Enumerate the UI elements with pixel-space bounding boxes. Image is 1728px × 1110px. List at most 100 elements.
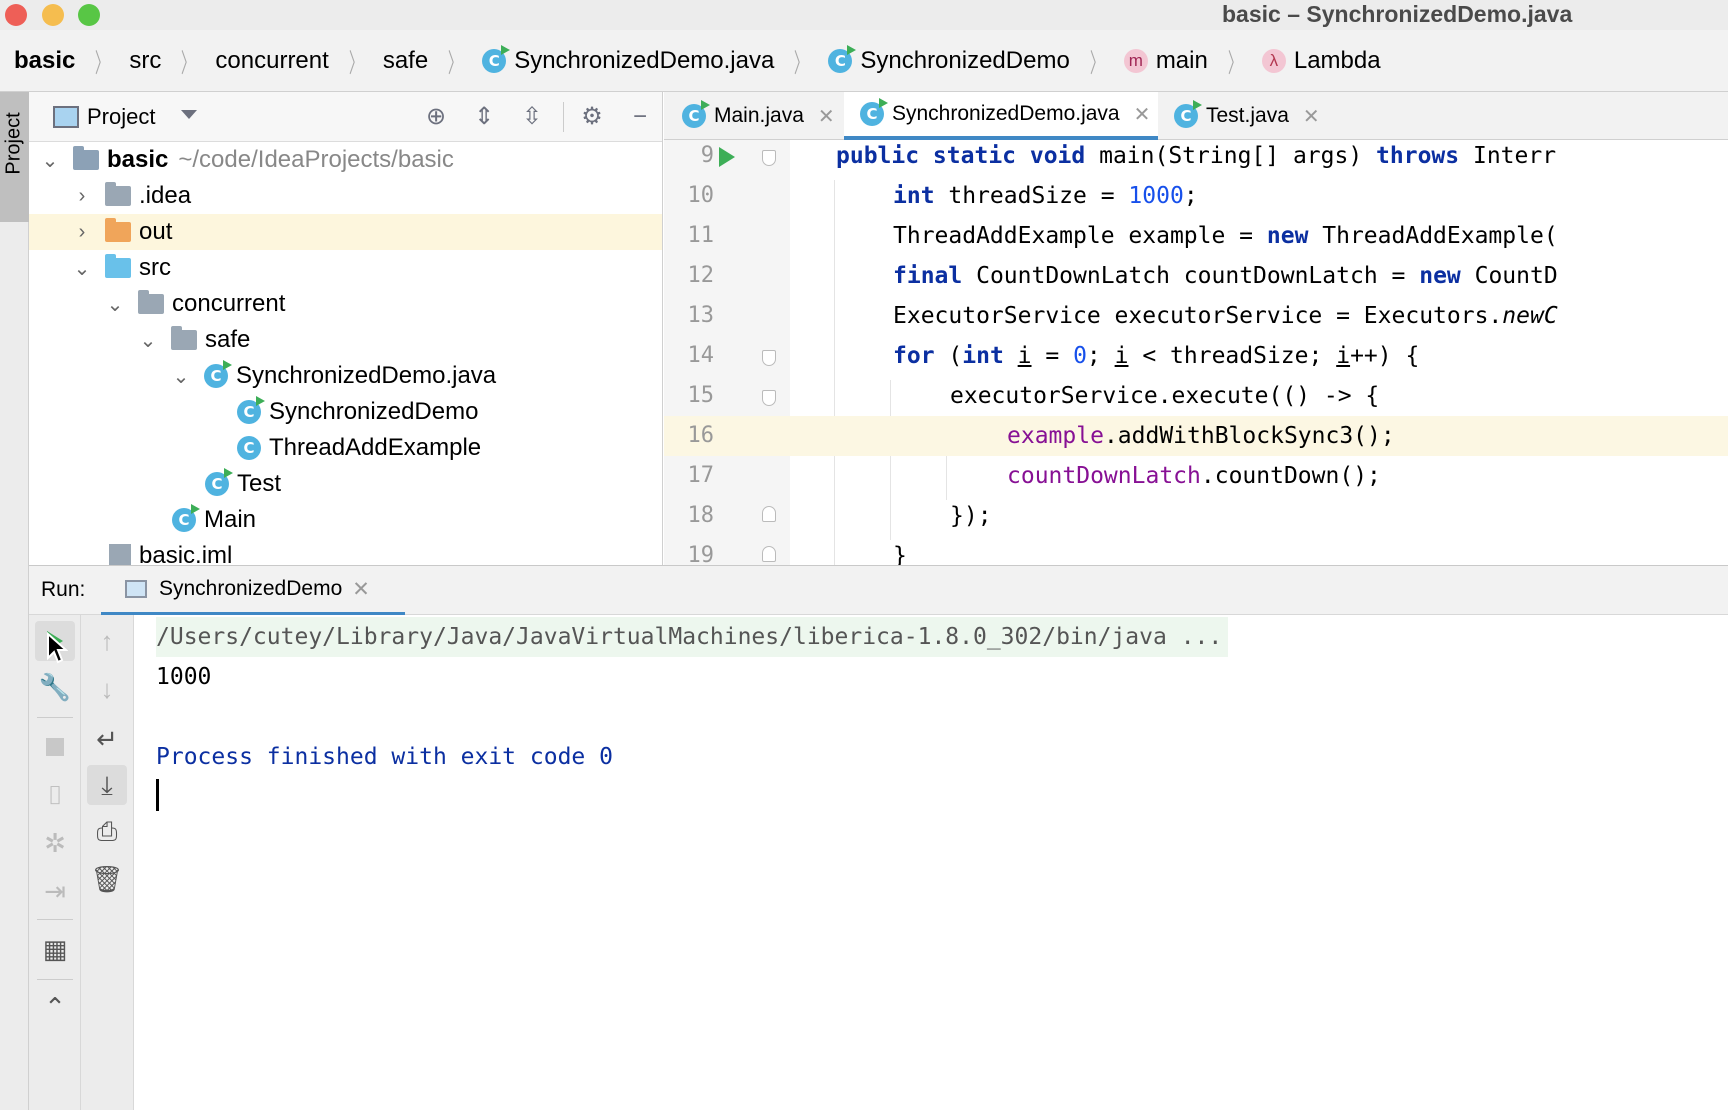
chevron-down-icon[interactable] xyxy=(181,110,197,119)
breadcrumb-item-src[interactable]: src xyxy=(129,47,161,75)
line-number: 13 xyxy=(687,303,715,328)
breadcrumb-label: SynchronizedDemo xyxy=(860,47,1070,74)
stop-icon[interactable] xyxy=(35,727,75,767)
text-cursor xyxy=(156,779,159,811)
line-number: 18 xyxy=(687,503,715,528)
code-line-11: ThreadAddExample example = new ThreadAdd… xyxy=(893,223,1558,249)
java-class-icon: C xyxy=(237,436,261,460)
close-icon[interactable]: ✕ xyxy=(1134,102,1151,127)
tab-label: SynchronizedDemo.java xyxy=(892,102,1120,125)
arrow-up-icon[interactable]: ↑ xyxy=(87,621,127,661)
fold-icon[interactable] xyxy=(762,150,776,166)
breadcrumb-item-class[interactable]: C SynchronizedDemo xyxy=(828,45,1070,75)
close-icon[interactable]: ✕ xyxy=(352,577,370,602)
tree-item-path: ~/code/IdeaProjects/basic xyxy=(178,146,454,173)
debug-icon[interactable]: ✲ xyxy=(35,823,75,863)
scroll-to-end-icon[interactable]: ⤓ xyxy=(87,765,127,805)
wrench-icon[interactable]: 🔧 xyxy=(35,667,75,707)
chevron-down-icon[interactable]: ⌄ xyxy=(168,364,194,389)
tree-item-test[interactable]: C Test xyxy=(29,466,662,502)
layout-icon[interactable]: ▦ xyxy=(35,929,75,969)
java-class-icon: C xyxy=(1174,100,1202,128)
fold-end-icon[interactable] xyxy=(762,546,776,562)
console-output[interactable]: /Users/cutey/Library/Java/JavaVirtualMac… xyxy=(134,615,1728,1110)
run-tab-label: SynchronizedDemo xyxy=(159,577,343,600)
tab-synchronizeddemo-java[interactable]: C SynchronizedDemo.java ✕ xyxy=(844,92,1158,140)
close-window-button[interactable] xyxy=(5,4,27,26)
chevron-down-icon[interactable]: ⌄ xyxy=(135,328,161,353)
line-number: 11 xyxy=(687,223,715,248)
arrow-down-icon[interactable]: ↓ xyxy=(87,669,127,709)
pin-icon[interactable]: ⌃ xyxy=(35,987,75,1027)
gear-icon[interactable]: ⚙ xyxy=(577,102,607,132)
camera-icon[interactable]: ⌷ xyxy=(35,775,75,815)
tab-main-java[interactable]: C Main.java ✕ xyxy=(664,92,840,140)
console-output-line: 1000 xyxy=(156,664,212,690)
project-view-icon xyxy=(53,106,79,128)
breadcrumb-item-file[interactable]: C SynchronizedDemo.java xyxy=(482,45,774,75)
breadcrumb-item-method[interactable]: m main xyxy=(1123,47,1208,75)
tree-item-out[interactable]: › out xyxy=(29,214,662,250)
tab-label: Test.java xyxy=(1206,104,1289,127)
breadcrumb-item-safe[interactable]: safe xyxy=(383,47,428,75)
tree-item-label: .idea xyxy=(139,182,192,209)
tree-item-idea[interactable]: › .idea xyxy=(29,178,662,214)
editor-gutter: 9 10 11 12 13 14 15 16 17 18 19 xyxy=(664,140,790,568)
chevron-right-icon: 〉 xyxy=(181,47,196,78)
tab-test-java[interactable]: C Test.java ✕ xyxy=(1158,92,1324,140)
code-line-9: public static void main(String[] args) t… xyxy=(836,143,1557,169)
code-editor[interactable]: public static void main(String[] args) t… xyxy=(790,140,1728,565)
minimize-window-button[interactable] xyxy=(42,4,64,26)
folder-icon xyxy=(105,182,131,206)
tree-item-safe[interactable]: ⌄ safe xyxy=(29,322,662,358)
console-exit-line: Process finished with exit code 0 xyxy=(156,744,613,770)
minimize-icon[interactable]: − xyxy=(625,102,655,132)
print-icon[interactable]: ⎙ xyxy=(87,811,127,851)
tree-item-threadaddexample[interactable]: C ThreadAddExample xyxy=(29,430,662,466)
tree-item-synchronizeddemo-java[interactable]: ⌄ C SynchronizedDemo.java xyxy=(29,358,662,394)
close-icon[interactable]: ✕ xyxy=(1303,104,1320,129)
tree-item-label: src xyxy=(139,254,171,281)
fold-icon[interactable] xyxy=(762,390,776,406)
tree-item-src[interactable]: ⌄ src xyxy=(29,250,662,286)
tree-item-basic-iml[interactable]: basic.iml xyxy=(29,538,662,565)
project-panel: Project ⊕ ⇕ ⇳ ⚙ − ⌄ basic ~/code/IdeaPro… xyxy=(29,92,663,565)
expand-all-icon[interactable]: ⇕ xyxy=(469,102,499,132)
run-gutter-icon[interactable] xyxy=(719,147,735,167)
run-toolbar-primary: 🔧 ⌷ ✲ ⇥ ▦ ⌃ xyxy=(29,615,81,1110)
breadcrumb-item-lambda[interactable]: λ Lambda xyxy=(1261,47,1381,75)
breadcrumb-item-concurrent[interactable]: concurrent xyxy=(215,47,328,75)
login-icon[interactable]: ⇥ xyxy=(35,871,75,911)
project-tool-tab[interactable]: Project xyxy=(0,92,29,222)
zoom-window-button[interactable] xyxy=(78,4,100,26)
soft-wrap-icon[interactable]: ↵ xyxy=(87,719,127,759)
collapse-all-icon[interactable]: ⇳ xyxy=(517,102,547,132)
fold-end-icon[interactable] xyxy=(762,506,776,522)
chevron-right-icon[interactable]: › xyxy=(69,221,95,244)
java-class-icon: C xyxy=(482,45,511,73)
chevron-right-icon[interactable]: › xyxy=(69,185,95,208)
code-line-15: executorService.execute(() -> { xyxy=(950,383,1380,409)
fold-icon[interactable] xyxy=(762,350,776,366)
tree-item-synchronizeddemo[interactable]: C SynchronizedDemo xyxy=(29,394,662,430)
project-view-selector[interactable]: Project xyxy=(87,104,155,130)
close-icon[interactable]: ✕ xyxy=(818,104,835,129)
tree-item-concurrent[interactable]: ⌄ concurrent xyxy=(29,286,662,322)
trash-icon[interactable]: 🗑 xyxy=(87,859,127,899)
ide-window: { "window": {"title": "basic – Synchroni… xyxy=(0,0,1728,1110)
chevron-down-icon[interactable]: ⌄ xyxy=(102,292,128,317)
chevron-down-icon[interactable]: ⌄ xyxy=(37,148,63,173)
editor-tabs: C Main.java ✕ C SynchronizedDemo.java ✕ … xyxy=(664,92,1728,140)
tree-item-label: safe xyxy=(205,326,251,353)
chevron-down-icon[interactable]: ⌄ xyxy=(69,256,95,281)
tree-item-main[interactable]: C Main xyxy=(29,502,662,538)
package-icon xyxy=(171,326,197,350)
left-tool-strip: Project xyxy=(0,92,29,1110)
run-tab-synchronizeddemo[interactable]: SynchronizedDemo ✕ xyxy=(101,566,405,616)
iml-file-icon xyxy=(109,544,131,565)
line-number: 17 xyxy=(687,463,715,488)
locate-icon[interactable]: ⊕ xyxy=(421,102,451,132)
tree-item-label: concurrent xyxy=(172,290,286,317)
tree-item-basic[interactable]: ⌄ basic ~/code/IdeaProjects/basic xyxy=(29,142,662,178)
breadcrumb-item-basic[interactable]: basic xyxy=(14,47,75,75)
